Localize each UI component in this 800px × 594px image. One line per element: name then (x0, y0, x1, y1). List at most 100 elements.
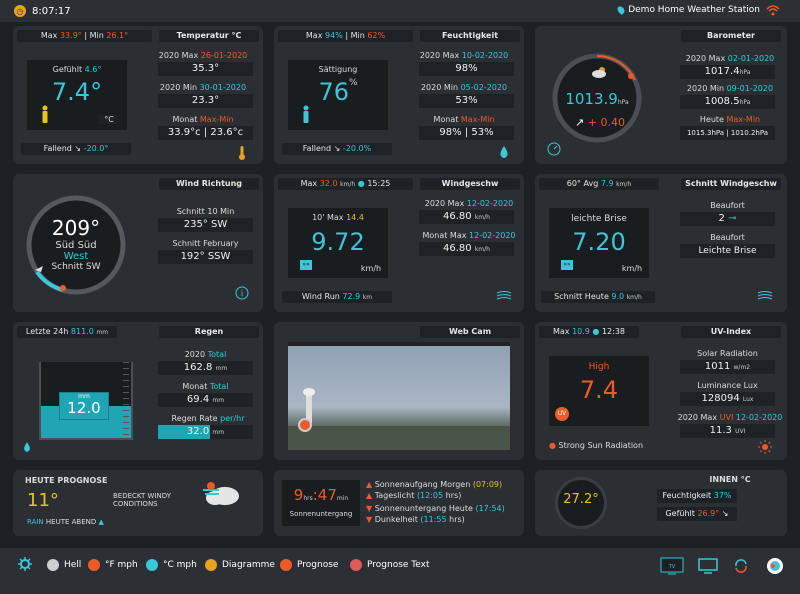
wind-speed-display: 10' Max 14.4 9.72 »» km/h (288, 208, 388, 278)
legend-dot-prognose-text (350, 559, 362, 571)
legend-prognose[interactable]: Prognose (280, 559, 338, 571)
hum-trend: Fallend ↘ -20.0% (282, 143, 392, 155)
hum-trend-value: -20.0% (342, 144, 372, 153)
avg10-value: 235° SW (158, 218, 253, 232)
baro-today: Heute Max-Min (675, 115, 785, 124)
forecast-rain: RAIN HEUTE ABEND ▲ (27, 518, 104, 526)
legend-fahrenheit-label: °F mph (105, 560, 138, 570)
wind-month-max-value: 46.80 (443, 243, 472, 254)
wifi-icon[interactable] (766, 3, 780, 17)
hum-min-label: Min (350, 31, 365, 40)
temp-month-value: 33.9°c | 23.6°c (158, 126, 253, 140)
avg-today: Schnitt Heute 9.0 km/h (541, 291, 655, 303)
sunset-row: ▼ Sonnenuntergang Heute (17:54) (366, 504, 505, 513)
wind-icon[interactable] (496, 290, 512, 302)
uv-title: UV-Index (681, 326, 781, 338)
webcam-tower-top (303, 388, 315, 396)
legend-fahrenheit[interactable]: °F mph (88, 559, 138, 571)
hum-year-max-date: 10-02-2020 (461, 51, 509, 60)
hum-year-max-label: 2020 Max (419, 51, 460, 60)
legend-hell-label: Hell (64, 560, 82, 570)
hum-max-value: 94% (325, 31, 343, 40)
wind-year-max-unit: km/h (474, 214, 490, 221)
legend-dot-diagramme (205, 559, 217, 571)
rain-current-value: 12.0 (67, 399, 101, 417)
wind-degree: 209° (51, 216, 101, 240)
theme-toggle-icon[interactable] (766, 557, 784, 575)
solar-unit: w/m2 (733, 364, 751, 371)
smart-tv-icon[interactable]: TV (660, 557, 684, 575)
barometer-panel: Barometer 1013.9hPa ↗ + 0.40 2020 Max 02… (535, 26, 787, 164)
daylight-value: (12:05 (416, 491, 444, 500)
wind-max-time: 15:25 (367, 179, 391, 188)
gauge-icon[interactable] (547, 142, 561, 156)
sunrise-row: ▲ Sonnenaufgang Morgen (07:09) (366, 480, 503, 489)
beaufort2-label: Beaufort (710, 233, 745, 242)
baro-year-max: 2020 Max 02-01-2020 (675, 54, 785, 63)
rain-month-total: Total (209, 382, 229, 391)
beaufort-label: Beaufort (710, 201, 745, 210)
legend-hell[interactable]: Hell (47, 559, 81, 571)
rain-panel: Letzte 24h 811.0 mm Regen mm 12.0 2020 T… (13, 322, 263, 460)
monitor-icon[interactable] (698, 558, 718, 574)
rain-year-box: 162.8 mm (158, 361, 253, 375)
info-icon[interactable]: i (235, 286, 249, 300)
beaufort-box: 2 ⊸ (680, 212, 775, 226)
person-icon (303, 105, 309, 123)
uv-year-box: 11.3 UVI (680, 424, 775, 438)
gear-icon[interactable] (18, 557, 32, 571)
wind-arrow-icon: »» (561, 260, 573, 270)
hum-unit: % (348, 78, 358, 88)
lux-box: 128094 Lux (680, 392, 775, 406)
webcam-record-icon[interactable] (298, 418, 312, 432)
baro-current-value: 1013.9 (565, 90, 618, 108)
wind-max-value: 32.0 (319, 179, 338, 188)
station-label: Demo Home Weather Station (628, 5, 760, 15)
gust-display: leichte Brise 7.20 »» km/h (549, 208, 649, 278)
forecast-panel: HEUTE PROGNOSE 11° BEDECKT WINDY CONDITI… (13, 470, 263, 536)
thermometer-icon (239, 146, 245, 160)
lux-unit: Lux (742, 396, 754, 403)
temperature-panel: Max 33.9° | Min 26.1° Temperatur °C Gefü… (13, 26, 263, 164)
hum-year-max-value: 98% (419, 62, 514, 76)
wind-year-max: 2020 Max 12-02-2020 (414, 199, 524, 208)
rain-rate: Regen Rate per/hr (158, 414, 258, 423)
ten-min-max: 10' Max 14.4 (288, 213, 388, 222)
sunset-hrs-label: hrs (303, 495, 313, 502)
webcam-image[interactable] (288, 342, 510, 450)
avg-wind-label: 60° Avg (566, 179, 599, 188)
hum-month-maxmin: Max-Min (460, 115, 495, 124)
ten-min-max-value: 14.4 (346, 213, 364, 222)
uv-display: High 7.4 UV (549, 356, 649, 426)
legend-diagramme[interactable]: Diagramme (205, 559, 275, 571)
hum-year-min-label: 2020 Min (420, 83, 459, 92)
refresh-icon[interactable] (733, 558, 749, 574)
avg-wind-value: 7.9 (600, 179, 614, 188)
wind-icon[interactable] (757, 290, 773, 302)
uv-year-unit: UVI (735, 428, 746, 435)
sun-panel: 9hrs:47min Sonnenuntergang ▲ Sonnenaufga… (274, 470, 524, 536)
dark-unit: hrs) (449, 515, 465, 524)
humidity-panel: Max 94% | Min 62% Feuchtigkeit Sättigung… (274, 26, 524, 164)
baro-year-max-value: 1017.4 (704, 66, 740, 77)
forecast-desc: BEDECKT WINDY CONDITIONS (113, 492, 171, 508)
rain-year-unit: mm (215, 365, 228, 372)
rain-last-label: Letzte 24h (25, 327, 69, 336)
wind-speed-panel: Max 32.0 km/h ● 15:25 Windgeschw 10' Max… (274, 174, 524, 312)
temp-year-min-date: 30-01-2020 (199, 83, 247, 92)
rain-month-value: 69.4 (186, 394, 210, 405)
baro-change: ↗ + 0.40 (575, 116, 625, 129)
avg-wind-title: Schnitt Windgeschw (681, 178, 781, 190)
temp-max-value: 33.9° (59, 31, 82, 40)
temp-unit: °C (99, 115, 119, 124)
legend-dot-fahrenheit (88, 559, 100, 571)
sun-icon (758, 440, 772, 454)
rain-month: Monat Total (158, 382, 253, 391)
wind-month-max-date: 12-02-2020 (469, 231, 516, 240)
legend-celsius[interactable]: °C mph (146, 559, 197, 571)
rain-rate-box: 32.0 mm (158, 425, 253, 439)
solar-box: 1011 w/m2 (680, 360, 775, 374)
station-name: Demo Home Weather Station (616, 5, 760, 15)
legend-prognose-text[interactable]: Prognose Text (350, 559, 430, 571)
avg-wind-pill: 60° Avg 7.9 km/h (539, 178, 659, 190)
